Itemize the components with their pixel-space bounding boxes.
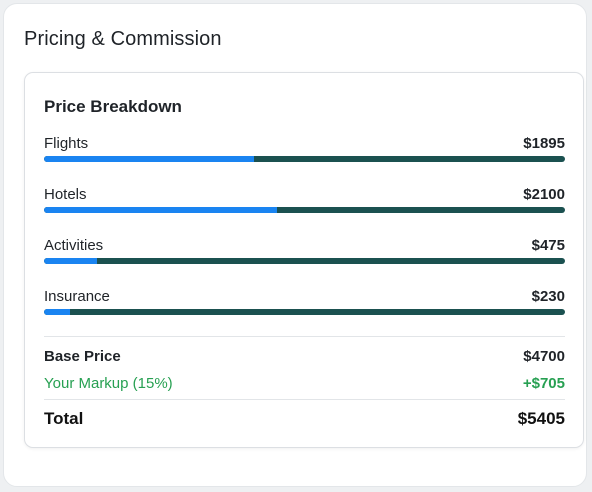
- markup-value: +$705: [522, 375, 565, 392]
- total-label: Total: [44, 409, 84, 428]
- item-label: Hotels: [44, 186, 87, 203]
- item-label: Insurance: [44, 288, 110, 305]
- share-bar: [44, 207, 565, 213]
- item-amount: $230: [531, 288, 565, 305]
- base-price-label: Base Price: [44, 348, 121, 365]
- item-label: Activities: [44, 237, 104, 254]
- pricing-commission-panel: Pricing & Commission Price Breakdown Fli…: [3, 3, 587, 487]
- breakdown-item-hotels: Hotels $2100: [44, 186, 565, 220]
- share-bar-fill: [44, 309, 70, 315]
- item-amount: $1895: [523, 135, 565, 152]
- share-bar-fill: [44, 258, 97, 264]
- share-bar-fill: [44, 156, 254, 162]
- divider: [44, 336, 565, 337]
- share-bar: [44, 258, 565, 264]
- item-amount: $2100: [523, 186, 565, 203]
- total-row: Total $5405: [44, 409, 565, 431]
- total-value: $5405: [517, 409, 565, 428]
- share-bar: [44, 309, 565, 315]
- breakdown-item-insurance: Insurance $230: [44, 288, 565, 322]
- base-price-row: Base Price $4700: [44, 348, 565, 370]
- item-amount: $475: [531, 237, 565, 254]
- panel-title: Pricing & Commission: [24, 28, 222, 50]
- base-price-value: $4700: [523, 348, 565, 365]
- item-label: Flights: [44, 135, 89, 152]
- markup-row: Your Markup (15%) +$705: [44, 375, 565, 397]
- markup-label: Your Markup (15%): [44, 375, 173, 392]
- share-bar: [44, 156, 565, 162]
- share-bar-fill: [44, 207, 277, 213]
- breakdown-item-flights: Flights $1895: [44, 135, 565, 169]
- price-breakdown-card: Price Breakdown Flights $1895 Hotels $21…: [24, 72, 584, 448]
- divider: [44, 399, 565, 400]
- price-breakdown-title: Price Breakdown: [44, 97, 182, 116]
- breakdown-item-activities: Activities $475: [44, 237, 565, 271]
